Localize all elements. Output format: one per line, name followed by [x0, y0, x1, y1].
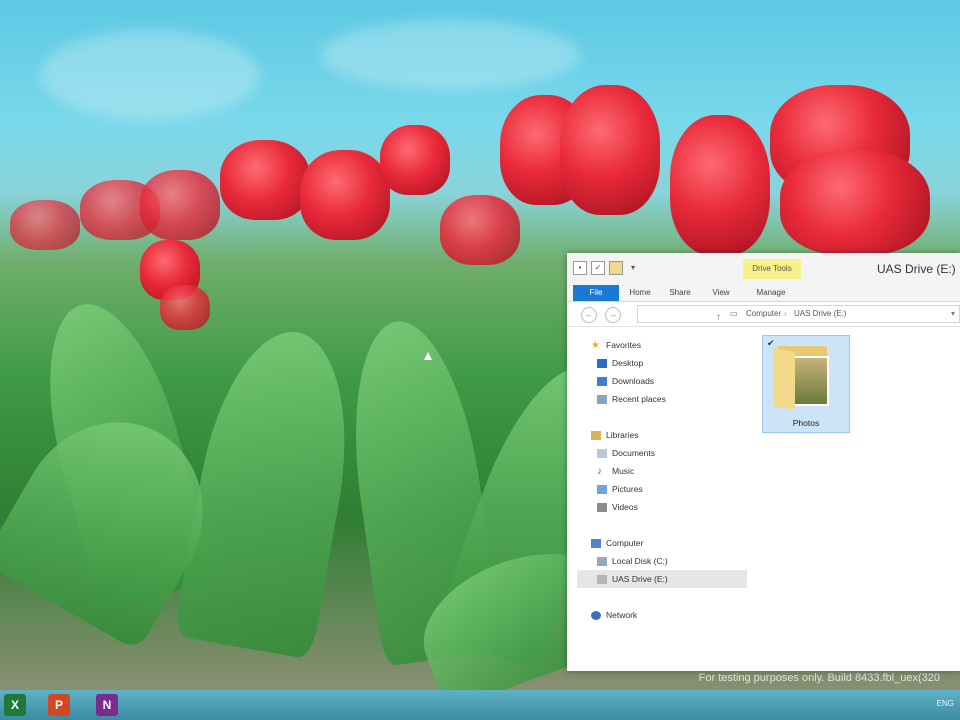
nav-item-label: Documents: [612, 448, 655, 458]
network-icon: [591, 610, 601, 620]
music-icon: ♪: [597, 465, 602, 477]
nav-item-documents[interactable]: Documents: [597, 445, 655, 461]
pictures-icon: [597, 484, 607, 494]
onenote-icon[interactable]: N: [96, 694, 118, 716]
drive-icon: ▭: [730, 309, 738, 318]
nav-item-label: Recent places: [612, 394, 666, 404]
nav-item-music[interactable]: ♪ Music: [597, 463, 634, 479]
navigation-bar: ← → ↑ ▭ Computer › UAS Drive (E:) ▾: [567, 302, 960, 327]
nav-item-desktop[interactable]: Desktop: [597, 355, 643, 371]
quick-access-toolbar: ▪ ✓ ▾: [573, 261, 639, 275]
nav-item-label: Downloads: [612, 376, 655, 386]
title-bar: ▪ ✓ ▾ Drive Tools UAS Drive (E:): [567, 253, 960, 285]
nav-item-label: Desktop: [612, 358, 644, 368]
nav-item-uas-drive[interactable]: UAS Drive (E:): [597, 571, 668, 587]
nav-item-label: Pictures: [612, 484, 643, 494]
chevron-down-icon[interactable]: ▾: [951, 306, 955, 322]
tab-home[interactable]: Home: [623, 285, 657, 301]
address-bar[interactable]: ↑ ▭ Computer › UAS Drive (E:) ▾: [637, 305, 960, 323]
star-icon: ★: [591, 339, 600, 351]
usb-drive-icon: [597, 574, 607, 584]
new-folder-icon[interactable]: [609, 261, 623, 275]
nav-item-recent-places[interactable]: Recent places: [597, 391, 666, 407]
folder-photos[interactable]: ✔ Photos: [762, 335, 850, 433]
nav-item-pictures[interactable]: Pictures: [597, 481, 643, 497]
customize-toolbar-icon[interactable]: ▾: [627, 262, 639, 274]
nav-item-label: Videos: [612, 502, 638, 512]
nav-computer[interactable]: Computer: [591, 535, 643, 551]
folder-front-icon: [773, 348, 795, 410]
tab-manage[interactable]: Manage: [747, 285, 795, 301]
nav-item-downloads[interactable]: Downloads: [597, 373, 654, 389]
downloads-icon: [597, 376, 607, 386]
nav-libraries[interactable]: Libraries: [591, 427, 639, 443]
up-arrow-icon[interactable]: ↑: [716, 310, 721, 326]
desktop-icon: [597, 358, 607, 368]
nav-item-local-disk[interactable]: Local Disk (C:): [597, 553, 668, 569]
libraries-icon: [591, 430, 601, 440]
nav-computer-label: Computer: [606, 538, 644, 548]
ribbon-tabs: File Home Share View Manage: [567, 285, 960, 302]
nav-item-label: Music: [612, 466, 635, 476]
build-watermark: For testing purposes only. Build 8433.fb…: [698, 672, 940, 684]
taskbar: X P N ENG: [0, 690, 960, 720]
tab-file[interactable]: File: [573, 285, 619, 301]
nav-libraries-label: Libraries: [606, 430, 639, 440]
nav-item-label: UAS Drive (E:): [612, 574, 668, 584]
nav-network-label: Network: [606, 610, 638, 620]
computer-icon: [591, 538, 601, 548]
navigation-pane: ★ Favorites Desktop Downloads Recent pla…: [567, 333, 757, 671]
tab-share[interactable]: Share: [663, 285, 697, 301]
hard-drive-icon: [597, 556, 607, 566]
window-title: UAS Drive (E:): [877, 262, 956, 276]
file-explorer-window: ▪ ✓ ▾ Drive Tools UAS Drive (E:) File Ho…: [567, 253, 960, 671]
folder-thumbnail: [789, 356, 829, 406]
back-button[interactable]: ←: [581, 307, 597, 323]
powerpoint-icon[interactable]: P: [48, 694, 70, 716]
tab-view[interactable]: View: [705, 285, 737, 301]
address-segment-drive[interactable]: UAS Drive (E:): [794, 306, 846, 322]
recent-places-icon: [597, 394, 607, 404]
properties-icon[interactable]: ✓: [591, 261, 605, 275]
folder-name: Photos: [792, 418, 820, 428]
nav-item-label: Local Disk (C:): [612, 556, 668, 566]
chevron-right-icon: ›: [784, 309, 787, 318]
videos-icon: [597, 502, 607, 512]
mouse-cursor: [424, 352, 432, 360]
window-menu-icon[interactable]: ▪: [573, 261, 587, 275]
nav-item-videos[interactable]: Videos: [597, 499, 638, 515]
forward-button[interactable]: →: [605, 307, 621, 323]
address-segment-computer[interactable]: Computer: [746, 306, 781, 322]
drive-tools-context-tab[interactable]: Drive Tools: [743, 259, 801, 279]
nav-favorites-label: Favorites: [606, 340, 641, 350]
excel-icon[interactable]: X: [4, 694, 26, 716]
nav-favorites[interactable]: ★ Favorites: [591, 337, 641, 353]
documents-icon: [597, 448, 607, 458]
nav-network[interactable]: Network: [591, 607, 637, 623]
language-indicator[interactable]: ENG: [937, 699, 954, 708]
